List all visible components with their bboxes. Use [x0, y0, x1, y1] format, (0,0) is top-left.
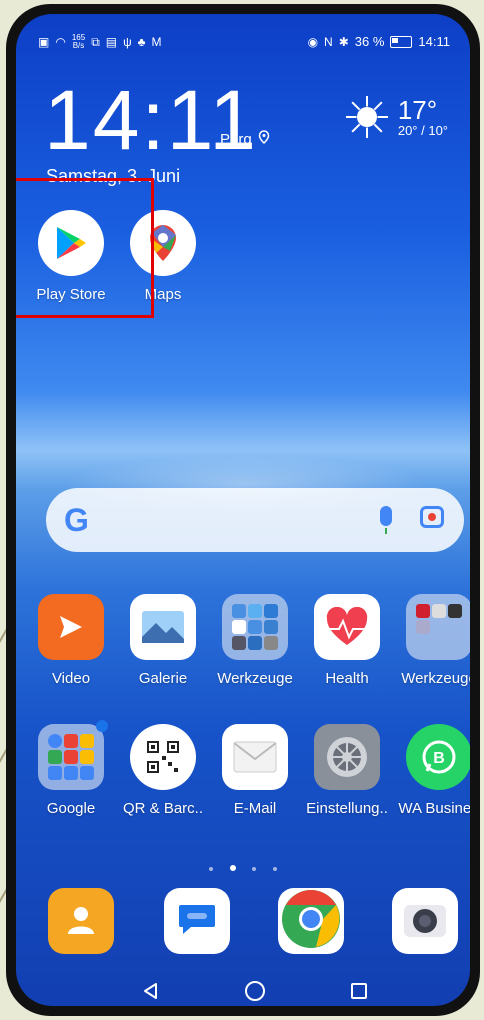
folder-icon — [38, 720, 108, 790]
folder-werkzeuge-1[interactable]: Werkzeuge — [210, 594, 300, 687]
page-dot — [272, 867, 277, 871]
recents-square-icon — [351, 983, 367, 999]
app-label: Health — [325, 670, 369, 687]
message-bubble-icon — [177, 901, 217, 942]
status-time: 14:11 — [418, 34, 450, 49]
app-health[interactable]: Health — [302, 594, 392, 687]
settings-gear-icon — [314, 724, 380, 790]
dock-messages[interactable] — [164, 888, 230, 954]
chrome-icon — [281, 889, 341, 954]
wifi-icon: ◠ — [55, 35, 66, 49]
health-heart-icon — [314, 594, 380, 660]
dock-camera[interactable] — [392, 888, 458, 954]
status-bar: ▣ ◠ 165 B/s ⧉ ▤ ψ ♣ M ◉ N ✱ 36 % 14:11 — [16, 32, 470, 52]
gmail-icon: M — [151, 35, 162, 49]
google-search-bar[interactable]: G — [46, 488, 464, 552]
notification-dot — [96, 720, 108, 732]
sim-icon: ▣ — [38, 35, 50, 49]
page-dot — [209, 867, 214, 871]
app-label: WA Busine.. — [398, 800, 470, 817]
page-dot — [252, 867, 257, 871]
page-indicator — [16, 858, 470, 876]
nfc-icon: N — [324, 34, 333, 49]
temperature: 17° — [397, 94, 438, 125]
dock-chrome[interactable] — [278, 888, 344, 954]
dock-contacts[interactable] — [48, 888, 114, 954]
app-label: E-Mail — [233, 800, 277, 817]
location-pin-icon — [258, 130, 270, 148]
video-icon — [38, 594, 104, 660]
notification-icon: ▤ — [105, 35, 118, 49]
status-left: ▣ ◠ 165 B/s ⧉ ▤ ψ ♣ M — [38, 34, 162, 50]
navigation-bar — [16, 976, 470, 1006]
home-circle-icon — [245, 981, 265, 1001]
folder-google[interactable]: Google — [26, 720, 116, 817]
city-name: Perg — [220, 130, 252, 148]
camera-lens-icon[interactable] — [420, 506, 444, 528]
phone-frame: ▣ ◠ 165 B/s ⧉ ▤ ψ ♣ M ◉ N ✱ 36 % 14:11 1… — [6, 4, 480, 1016]
google-g-icon[interactable]: G — [64, 502, 89, 539]
weather-widget[interactable]: 17° 20° / 10° — [345, 94, 448, 138]
gallery-icon — [130, 594, 196, 660]
back-button[interactable] — [136, 976, 166, 1006]
status-right: ◉ N ✱ 36 % 14:11 — [308, 34, 450, 49]
app-label: Einstellung.. — [306, 800, 388, 817]
svg-text:B: B — [433, 750, 445, 767]
city-label[interactable]: Perg — [220, 130, 270, 148]
camera-icon — [402, 899, 448, 944]
cast-icon: ⧉ — [91, 35, 100, 49]
app-label: Galerie — [138, 670, 188, 687]
highlight-box — [16, 178, 154, 318]
app-email[interactable]: E-Mail — [210, 724, 300, 817]
back-triangle-icon — [144, 983, 157, 999]
page-dot-active — [229, 865, 236, 871]
net-speed: 165 B/s — [72, 34, 85, 50]
app-label: Werkzeuge — [401, 670, 470, 687]
contacts-person-icon — [64, 902, 98, 941]
app-label: QR & Barc.. — [122, 800, 204, 817]
home-screen: ▣ ◠ 165 B/s ⧉ ▤ ψ ♣ M ◉ N ✱ 36 % 14:11 1… — [16, 14, 470, 1006]
app-galerie[interactable]: Galerie — [118, 594, 208, 687]
sun-icon — [345, 96, 388, 138]
folder-icon — [222, 594, 288, 660]
bluetooth-icon: ✱ — [338, 34, 349, 49]
app-label: Video — [51, 670, 91, 687]
mail-envelope-icon — [222, 724, 288, 790]
app-notification-icon: ♣ — [137, 35, 146, 49]
net-speed-unit: B/s — [72, 41, 85, 50]
app-label: Google — [46, 800, 96, 817]
app-qr-barcode[interactable]: QR & Barc.. — [118, 724, 208, 817]
recents-button[interactable] — [344, 976, 374, 1006]
eye-comfort-icon: ◉ — [307, 34, 319, 49]
app-video[interactable]: Video — [26, 594, 116, 687]
microphone-icon[interactable] — [380, 506, 392, 534]
battery-icon — [390, 35, 413, 48]
folder-werkzeuge-2[interactable]: Werkzeuge — [394, 594, 470, 687]
clock-widget[interactable]: 14:11 — [44, 78, 258, 162]
folder-icon — [406, 594, 470, 660]
app-label: Werkzeuge — [217, 670, 293, 687]
qr-code-icon — [130, 724, 196, 790]
app-settings[interactable]: Einstellung.. — [302, 724, 392, 817]
home-button[interactable] — [240, 976, 270, 1006]
temperature-range: 20° / 10° — [397, 122, 448, 138]
whatsapp-business-icon: B — [406, 724, 470, 790]
app-wa-business[interactable]: B WA Busine.. — [394, 724, 470, 817]
battery-percent: 36 % — [354, 34, 385, 49]
usb-icon: ψ — [123, 35, 132, 49]
